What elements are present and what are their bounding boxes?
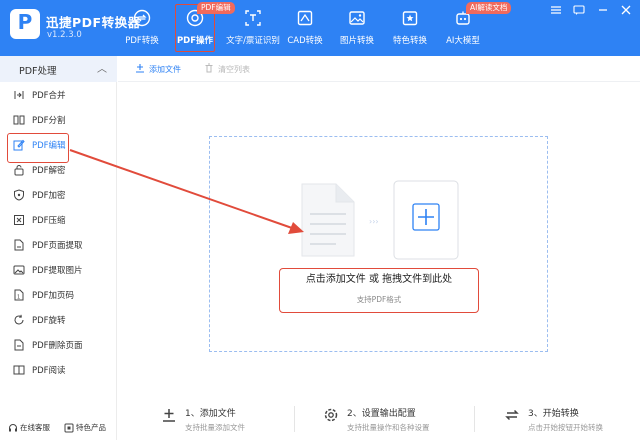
add-file-label: 添加文件: [149, 65, 181, 74]
sidebar-item-label: PDF压缩: [32, 216, 66, 226]
menu-icon[interactable]: [549, 4, 563, 18]
page-extract-icon: [14, 239, 24, 251]
sidebar-footer: 在线客服 特色产品: [0, 416, 117, 440]
headset-icon: [9, 424, 17, 432]
nav-cad[interactable]: CAD转换: [276, 0, 334, 56]
split-icon: [13, 115, 25, 125]
drop-illustration: ›››: [301, 180, 459, 260]
step-desc: 点击开始按钮开始转换: [528, 423, 603, 432]
sidebar: PDF处理 ︿ PDF合并 PDF分割 PDF编辑 PDF解密 PDF加密 PD…: [0, 56, 117, 440]
read-icon: [13, 365, 25, 375]
sidebar-item-label: PDF合并: [32, 91, 66, 101]
product-icon: [64, 423, 74, 433]
step-desc: 支持批量操作和各种设置: [347, 423, 430, 432]
image-icon: [349, 11, 365, 25]
cad-icon: [297, 10, 313, 26]
sidebar-item-label: PDF解密: [32, 166, 66, 176]
sidebar-item-delete-page[interactable]: PDF删除页面: [0, 333, 117, 358]
step-desc: 支持批量添加文件: [185, 423, 245, 432]
nav-featured[interactable]: 特色转换: [381, 0, 439, 56]
nav-label: 特色转换: [392, 36, 427, 46]
star-convert-icon: [402, 11, 418, 26]
add-file-icon: [136, 64, 144, 73]
app-version: v1.2.3.0: [47, 30, 82, 40]
nav-label: 图片转换: [339, 36, 374, 46]
sidebar-item-label: PDF分割: [32, 116, 66, 126]
add-file-step-icon: [163, 409, 175, 422]
merge-icon: [14, 91, 24, 99]
sidebar-header-label: PDF处理: [19, 66, 57, 77]
arrows-icon: ›››: [369, 217, 379, 226]
chevron-up-icon: ︿: [97, 64, 107, 75]
sidebar-item-rotate[interactable]: PDF旋转: [0, 308, 117, 333]
rotate-icon: [14, 314, 24, 325]
featured-products-label: 特色产品: [76, 423, 106, 432]
step-title: 3、开始转换: [528, 409, 579, 419]
trash-icon: [205, 63, 213, 73]
sidebar-item-label: PDF提取图片: [32, 266, 83, 276]
gear-icon: [324, 408, 338, 422]
svg-text:1: 1: [17, 295, 20, 301]
sidebar-item-read[interactable]: PDF阅读: [0, 358, 117, 383]
selected-item-highlight: [7, 133, 69, 163]
add-box-icon: [393, 180, 459, 260]
clear-list-button[interactable]: 清空列表: [204, 63, 250, 75]
online-service-label: 在线客服: [20, 423, 50, 432]
minimize-icon[interactable]: [596, 4, 610, 18]
sidebar-item-compress[interactable]: PDF压缩: [0, 208, 117, 233]
convert-icon: [133, 9, 151, 27]
sidebar-item-label: PDF阅读: [32, 366, 66, 376]
featured-products-button[interactable]: 特色产品: [64, 422, 106, 433]
app-logo: P: [10, 9, 40, 39]
shield-icon: [14, 189, 24, 201]
add-file-button[interactable]: 添加文件: [135, 63, 181, 75]
sidebar-item-label: PDF加密: [32, 191, 66, 201]
nav-label: PDF转换: [125, 36, 159, 46]
sidebar-item-encrypt[interactable]: PDF加密: [0, 183, 117, 208]
page-number-icon: 1: [14, 289, 24, 301]
sidebar-item-label: PDF旋转: [32, 316, 66, 326]
unlock-icon: [14, 165, 24, 176]
top-bar: P 迅捷PDF转换器 v1.2.3.0 PDF转换 PDF操作 文字/票证识别 …: [0, 0, 640, 56]
image-extract-icon: [13, 265, 25, 275]
step-divider: [474, 406, 475, 432]
sidebar-header[interactable]: PDF处理 ︿: [0, 56, 117, 82]
sidebar-item-label: PDF页面提取: [32, 241, 83, 251]
sidebar-item-split[interactable]: PDF分割: [0, 108, 117, 133]
step-title: 1、添加文件: [185, 409, 236, 419]
nav-image[interactable]: 图片转换: [328, 0, 386, 56]
convert-cycle-icon: [505, 409, 519, 421]
ai-badge: AI解读文档: [466, 2, 512, 14]
message-icon[interactable]: [572, 4, 586, 18]
nav-pdf-convert[interactable]: PDF转换: [113, 0, 171, 56]
close-icon[interactable]: [619, 4, 633, 18]
document-icon: [301, 183, 355, 257]
sidebar-item-label: PDF删除页面: [32, 341, 83, 351]
sidebar-item-label: PDF加页码: [32, 291, 75, 301]
sidebar-item-merge[interactable]: PDF合并: [0, 83, 117, 108]
pdf-edit-badge: PDF编辑: [197, 2, 235, 14]
prompt-highlight: [279, 268, 479, 313]
delete-page-icon: [14, 339, 24, 351]
step-divider: [294, 406, 295, 432]
nav-label: CAD转换: [287, 36, 323, 46]
sidebar-item-image-extract[interactable]: PDF提取图片: [0, 258, 117, 283]
nav-label: AI大模型: [446, 36, 480, 46]
compress-icon: [14, 215, 24, 225]
step-title: 2、设置输出配置: [347, 409, 416, 419]
sidebar-item-page-number[interactable]: 1 PDF加页码: [0, 283, 117, 308]
clear-list-label: 清空列表: [218, 65, 250, 74]
online-service-button[interactable]: 在线客服: [8, 422, 50, 433]
ocr-icon: [245, 10, 261, 26]
sidebar-item-page-extract[interactable]: PDF页面提取: [0, 233, 117, 258]
toolbar: 添加文件 清空列表: [118, 56, 640, 82]
